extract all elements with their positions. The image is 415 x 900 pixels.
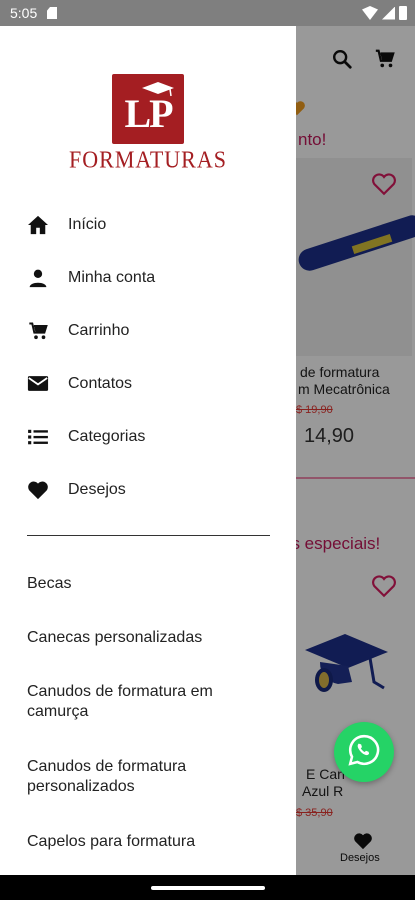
signal-icon: [382, 6, 395, 20]
menu-item-label: Minha conta: [68, 268, 156, 286]
category-item[interactable]: Capelos para formatura: [27, 832, 267, 852]
menu-item-label: Categorias: [68, 427, 146, 445]
menu-item-label: Carrinho: [68, 321, 130, 339]
list-icon: [27, 426, 49, 448]
category-item[interactable]: Canudos de formatura personalizados: [27, 757, 267, 797]
category-item[interactable]: Becas: [27, 574, 267, 594]
system-nav-bar: [0, 875, 415, 900]
menu-item-inicio[interactable]: Início: [0, 198, 296, 251]
wifi-icon: [362, 6, 378, 20]
menu-item-desejos[interactable]: Desejos: [0, 463, 296, 516]
sd-card-icon: [47, 7, 57, 19]
category-item[interactable]: Canudos de formatura em camurça: [27, 682, 267, 722]
cart-icon: [27, 320, 49, 342]
menu-item-carrinho[interactable]: Carrinho: [0, 304, 296, 357]
status-bar: 5:05: [0, 0, 415, 26]
logo-text: FORMATURAS: [69, 145, 227, 174]
category-item[interactable]: Canecas personalizadas: [27, 628, 267, 648]
status-time: 5:05: [10, 5, 38, 21]
graduation-cap-icon: [140, 80, 176, 103]
menu-item-minha-conta[interactable]: Minha conta: [0, 251, 296, 304]
home-icon: [27, 214, 49, 236]
brand-logo[interactable]: LP FORMATURAS: [0, 74, 296, 174]
navigation-drawer: LP FORMATURAS Início Minha conta Carrinh…: [0, 26, 296, 875]
menu-item-label: Contatos: [68, 374, 133, 392]
menu-item-categorias[interactable]: Categorias: [0, 410, 296, 463]
mail-icon: [27, 373, 49, 395]
menu-item-label: Desejos: [68, 480, 126, 498]
home-gesture-handle[interactable]: [151, 886, 265, 890]
whatsapp-button[interactable]: [334, 722, 394, 782]
drawer-menu: Início Minha conta Carrinho Contatos Cat…: [0, 198, 296, 516]
drawer-divider: [27, 535, 270, 536]
status-icons: [362, 6, 407, 20]
battery-icon: [399, 6, 407, 20]
menu-item-contatos[interactable]: Contatos: [0, 357, 296, 410]
whatsapp-icon: [347, 733, 381, 772]
person-icon: [27, 267, 49, 289]
heart-icon: [27, 479, 49, 501]
menu-item-label: Início: [68, 215, 107, 233]
logo-mark: LP: [112, 74, 184, 144]
